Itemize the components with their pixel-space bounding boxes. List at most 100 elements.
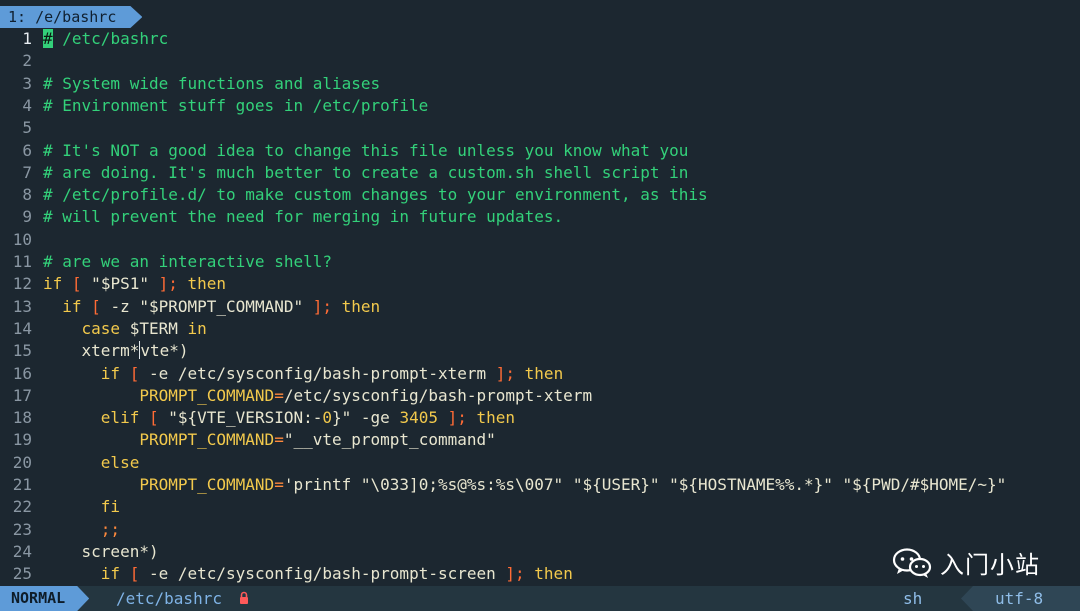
editor-pane[interactable]: 1 # /etc/bashrc 2 3 # System wide functions …	[0, 28, 1080, 586]
code-token: vte*)	[140, 341, 189, 361]
line-code: if [ -z "$PROMPT_COMMAND" ]; then	[43, 296, 380, 318]
code-token: 3405	[399, 408, 438, 428]
code-token: PROMPT_COMMAND	[43, 475, 275, 494]
code-token: # are doing. It's much better to create …	[43, 162, 689, 182]
code-token: "${VTE_VERSION:-	[158, 408, 323, 428]
code-token: [	[91, 296, 101, 316]
line-code: if [ -e /etc/sysconfig/bash-prompt-xterm…	[43, 363, 563, 385]
code-line[interactable]: 12 if [ "$PS1" ]; then	[0, 273, 1080, 295]
code-token: [	[148, 408, 159, 428]
line-number: 12	[12, 274, 32, 294]
line-number: 5	[22, 118, 32, 138]
code-token: # Environment stuff goes in /etc/profile	[43, 95, 429, 115]
code-token: $TERM	[120, 318, 188, 338]
line-number: 2	[22, 51, 32, 71]
code-line[interactable]: 21 PROMPT_COMMAND='printf "\033]0;%s@%s:…	[0, 474, 1080, 496]
line-number: 13	[12, 296, 32, 316]
code-line[interactable]: 1 # /etc/bashrc	[0, 28, 1080, 50]
line-code: # It's NOT a good idea to change this fi…	[43, 140, 688, 162]
code-line[interactable]: 18 elif [ "${VTE_VERSION:-0}" -ge 3405 ]…	[0, 407, 1080, 429]
watermark-text: 入门小站	[940, 551, 1040, 579]
code-token: /etc/sysconfig/bash-prompt-xterm	[283, 385, 593, 405]
code-line[interactable]: 10	[0, 229, 1080, 251]
code-line[interactable]: 23 ;;	[0, 519, 1080, 541]
line-number: 16	[12, 363, 32, 383]
code-token: case	[81, 318, 121, 338]
line-number: 22	[12, 497, 32, 517]
code-token: then	[332, 296, 381, 316]
line-number: 20	[12, 452, 32, 472]
code-token: elif	[100, 408, 140, 428]
code-token: # are we an interactive shell?	[43, 252, 332, 271]
code-line[interactable]: 17 PROMPT_COMMAND=/etc/sysconfig/bash-pr…	[0, 385, 1080, 407]
code-token: # It's NOT a good idea to change this fi…	[43, 140, 689, 160]
wechat-icon	[892, 547, 932, 578]
code-token: xterm*	[43, 341, 140, 361]
code-token: =	[274, 475, 284, 494]
code-token: -e /etc/sysconfig/bash-prompt-screen	[139, 564, 506, 584]
text-cursor: #	[43, 29, 53, 48]
line-number: 7	[22, 162, 32, 182]
line-code: # /etc/profile.d/ to make custom changes…	[43, 184, 708, 206]
code-line[interactable]: 14 case $TERM in	[0, 318, 1080, 340]
buffer-tab[interactable]: 1: /e/bashrc	[0, 6, 142, 28]
code-token: }" -ge	[332, 408, 400, 428]
code-line[interactable]: 20 else	[0, 452, 1080, 474]
code-line[interactable]: 15 xterm*vte*)	[0, 340, 1080, 362]
code-line[interactable]: 22 fi	[0, 496, 1080, 518]
line-code: if [ "$PS1" ]; then	[43, 273, 226, 295]
code-token: 0	[322, 408, 333, 428]
tabline: 1: /e/bashrc	[0, 0, 1080, 28]
code-line[interactable]: 8 # /etc/profile.d/ to make custom change…	[0, 184, 1080, 206]
code-token: [	[129, 564, 140, 584]
code-line[interactable]: 4 # Environment stuff goes in /etc/profil…	[0, 95, 1080, 117]
code-token: ];	[158, 274, 178, 294]
code-line[interactable]: 7 # are doing. It's much better to create…	[0, 162, 1080, 184]
code-token: -e /etc/sysconfig/bash-prompt-xterm	[139, 363, 496, 383]
code-line[interactable]: 2	[0, 50, 1080, 72]
code-token: [	[129, 363, 140, 383]
line-number: 10	[12, 229, 32, 249]
code-token: -z "$PROMPT_COMMAND"	[100, 296, 313, 316]
line-code: PROMPT_COMMAND="__vte_prompt_command"	[43, 429, 495, 451]
code-token: [	[71, 274, 82, 294]
code-line[interactable]: 11 # are we an interactive shell?	[0, 251, 1080, 273]
code-token: /etc/bashrc	[52, 29, 169, 48]
line-code: fi	[43, 496, 120, 518]
line-number: 21	[12, 475, 32, 494]
code-token: screen*)	[43, 541, 159, 561]
code-token: then	[524, 564, 573, 584]
lock-icon	[240, 591, 248, 604]
line-number: 15	[12, 341, 32, 361]
code-line[interactable]: 5	[0, 117, 1080, 139]
code-token: if	[100, 564, 121, 584]
code-line[interactable]: 16 if [ -e /etc/sysconfig/bash-prompt-xt…	[0, 363, 1080, 385]
line-number: 6	[22, 140, 32, 160]
code-line[interactable]: 13 if [ -z "$PROMPT_COMMAND" ]; then	[0, 296, 1080, 318]
line-code: # /etc/bashrc	[43, 28, 168, 50]
status-encoding: utf-8	[995, 589, 1044, 608]
code-line[interactable]: 6 # It's NOT a good idea to change this f…	[0, 140, 1080, 162]
code-line[interactable]: 3 # System wide functions and aliases	[0, 73, 1080, 95]
code-line[interactable]: 9 # will prevent the need for merging in …	[0, 206, 1080, 228]
status-filetype: sh	[903, 589, 923, 608]
statusline: NORMAL /etc/bashrc sh utf-8	[0, 586, 1080, 611]
mode-indicator: NORMAL	[0, 586, 89, 611]
line-code: # are we an interactive shell?	[43, 251, 332, 273]
code-token: =	[274, 430, 284, 450]
line-number: 18	[12, 408, 32, 428]
line-code: screen*)	[43, 541, 159, 563]
line-number: 11	[12, 252, 32, 271]
line-number: 9	[22, 207, 32, 227]
line-number: 1	[22, 29, 32, 48]
code-line[interactable]: 19 PROMPT_COMMAND="__vte_prompt_command"	[0, 429, 1080, 451]
